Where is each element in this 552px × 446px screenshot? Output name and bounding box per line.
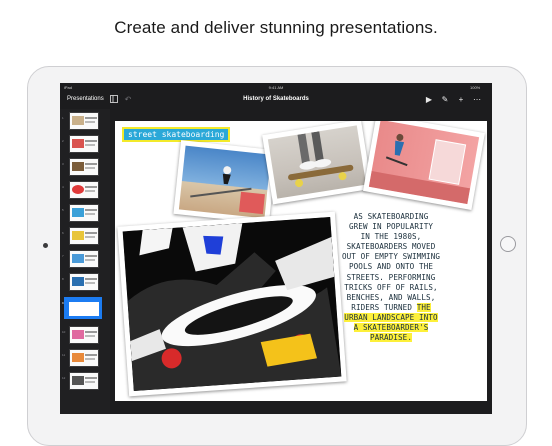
brush-icon[interactable]: ✎ xyxy=(440,95,450,105)
slide-thumbnail[interactable] xyxy=(69,250,99,268)
body-line: POOLS AND ONTO THE xyxy=(348,262,434,272)
slide-thumbnail[interactable] xyxy=(69,372,99,390)
body-line: A SKATEBOARDER'S xyxy=(332,323,450,333)
home-button xyxy=(500,236,516,252)
front-camera xyxy=(43,243,48,248)
slide-thumbnail[interactable] xyxy=(69,181,99,199)
body-line: SKATEBOARDERS MOVED xyxy=(346,242,436,252)
body-line: PARADISE. xyxy=(332,333,450,343)
slide-navigator: 1 2 3 4 5 6 7 8 9 10 11 12 + xyxy=(60,109,110,414)
slide-canvas[interactable]: street skateboarding AS SKATEBOARDING GR… xyxy=(115,121,487,401)
slide-number: 2 xyxy=(62,139,64,143)
body-line: AS SKATEBOARDING xyxy=(353,212,429,221)
more-icon[interactable]: ⋯ xyxy=(472,95,482,105)
body-line-plain: RIDERS TURNED xyxy=(351,302,417,312)
body-line: IN THE 1980S, xyxy=(360,232,422,242)
body-line: URBAN LANDSCAPE INTO xyxy=(332,312,450,323)
toolbar: Presentations ↶ History of Skateboards ▶… xyxy=(60,92,492,109)
slide-number: 10 xyxy=(62,330,66,334)
highlighted-text: THE xyxy=(416,302,431,312)
slide-number: 11 xyxy=(62,353,66,357)
slide-body-text[interactable]: AS SKATEBOARDING GREW IN POPULARITY IN T… xyxy=(332,212,450,343)
body-line: OUT OF EMPTY SWIMMING xyxy=(341,252,441,262)
slide-thumbnail[interactable] xyxy=(69,204,99,222)
body-line: STREETS. PERFORMING xyxy=(346,272,436,282)
skater-ramp-photo[interactable] xyxy=(173,140,277,224)
pink-wall-skater-photo[interactable] xyxy=(363,121,485,210)
status-bar: iPad 9:41 AM 100% xyxy=(60,83,492,92)
slide-thumbnail[interactable] xyxy=(69,112,99,130)
slide-number: 8 xyxy=(62,277,64,281)
slide-number: 3 xyxy=(62,162,64,166)
slide-number: 6 xyxy=(62,231,64,235)
play-icon[interactable]: ▶ xyxy=(424,95,434,105)
body-line: TRICKS OFF OF RAILS, xyxy=(344,282,438,292)
slide-thumbnail[interactable] xyxy=(69,158,99,176)
highlighted-text: A SKATEBOARDER'S xyxy=(353,323,429,333)
slide-thumbnail[interactable] xyxy=(69,135,99,153)
body-line: GREW IN POPULARITY xyxy=(348,222,434,232)
posterized-skater-photo[interactable] xyxy=(117,211,347,397)
slide-number: 1 xyxy=(62,116,64,120)
ipad-screen: iPad 9:41 AM 100% Presentations ↶ Histor… xyxy=(60,83,492,414)
body-line: RIDERS TURNED THE xyxy=(332,302,450,313)
skateboard-feet-photo[interactable] xyxy=(262,121,372,205)
highlighted-text: URBAN LANDSCAPE INTO xyxy=(344,312,438,322)
body-line: BENCHES, AND WALLS, xyxy=(346,292,436,302)
slide-number: 12 xyxy=(62,376,66,380)
clock: 9:41 AM xyxy=(268,85,284,90)
battery-label: 100% xyxy=(470,85,481,90)
slide-number: 7 xyxy=(62,254,64,258)
slide-thumbnail[interactable] xyxy=(69,349,99,367)
marketing-headline: Create and deliver stunning presentation… xyxy=(114,18,438,37)
slide-thumbnail[interactable] xyxy=(69,273,99,291)
slide-number: 5 xyxy=(62,208,64,212)
slide-thumbnail-selected[interactable] xyxy=(64,297,102,319)
slide-thumbnail[interactable] xyxy=(69,326,99,344)
slide-number: 4 xyxy=(62,185,64,189)
slide-thumbnail[interactable] xyxy=(69,227,99,245)
add-icon[interactable]: + xyxy=(456,95,466,105)
highlighted-text: PARADISE. xyxy=(369,333,413,343)
slide-title[interactable]: street skateboarding xyxy=(121,127,231,142)
